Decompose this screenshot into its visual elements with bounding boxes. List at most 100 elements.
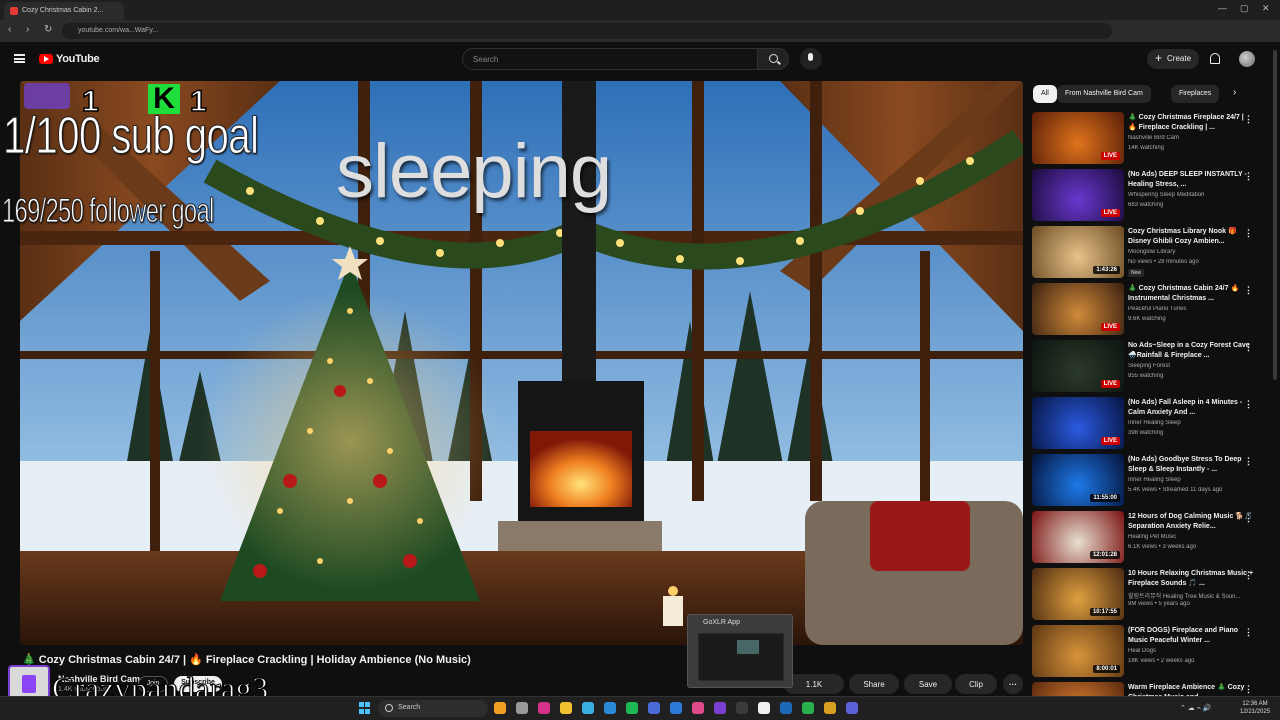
recommendation-item[interactable]: 1:43:26 Cozy Christmas Library Nook 🎁Disn… xyxy=(1032,226,1268,281)
hamburger-menu-icon[interactable] xyxy=(14,54,25,63)
recommendation-channel[interactable]: Inner Healing Sleep xyxy=(1128,420,1254,426)
recommendation-item[interactable]: LIVE 🎄 Cozy Christmas Fireplace 24/7 | 🔥 … xyxy=(1032,112,1268,167)
recommendation-channel[interactable]: Sleeping Forest xyxy=(1128,363,1254,369)
recommendation-channel[interactable]: Moonglow Library xyxy=(1128,249,1254,255)
taskbar-app-icon[interactable] xyxy=(714,702,726,714)
taskbar-app-icon[interactable] xyxy=(560,702,572,714)
more-options-icon[interactable]: ⋮ xyxy=(1244,171,1253,182)
taskbar-app-icon[interactable] xyxy=(604,702,616,714)
notifications-bell-icon[interactable] xyxy=(1210,53,1220,64)
youtube-logo-text[interactable]: YouTube xyxy=(56,53,100,65)
more-options-icon[interactable]: ⋮ xyxy=(1244,114,1253,125)
more-options-icon[interactable]: ⋮ xyxy=(1244,342,1253,353)
taskbar-app-icon[interactable] xyxy=(736,702,748,714)
more-options-icon[interactable]: ⋮ xyxy=(1244,684,1253,695)
clip-button[interactable]: Clip xyxy=(955,674,997,694)
more-actions-button[interactable]: ··· xyxy=(1003,674,1023,694)
chip-from-channel[interactable]: From Nashville Bird Cam xyxy=(1057,85,1151,103)
system-tray-icon[interactable]: ⌃ ☁ ⌁ 🔊 xyxy=(1180,704,1212,712)
maximize-icon[interactable]: ▢ xyxy=(1240,3,1249,14)
like-button[interactable]: 1.1K xyxy=(784,674,844,694)
youtube-logo-icon[interactable] xyxy=(39,54,53,64)
taskbar-app-icon[interactable] xyxy=(692,702,704,714)
taskbar-search[interactable]: Search xyxy=(378,700,488,717)
recommendation-meta: 9.6K watching xyxy=(1128,316,1166,322)
goxlr-app-preview[interactable]: GoXLR App xyxy=(687,614,793,688)
taskbar-app-icon[interactable] xyxy=(494,702,506,714)
clock-time: 12:36 AM xyxy=(1242,701,1268,707)
more-options-icon[interactable]: ⋮ xyxy=(1244,513,1253,524)
duration-badge: 10:17:55 xyxy=(1089,608,1120,616)
recommendation-item[interactable]: LIVE No Ads~Sleep in a Cozy Forest Cave🌧️… xyxy=(1032,340,1268,395)
like-count: 1.1K xyxy=(805,680,823,689)
video-title: 🎄 Cozy Christmas Cabin 24/7 | 🔥 Fireplac… xyxy=(22,654,471,666)
save-button[interactable]: Save xyxy=(904,674,952,694)
video-thumbnail[interactable]: LIVE xyxy=(1032,340,1124,392)
video-thumbnail[interactable]: LIVE xyxy=(1032,169,1124,221)
taskbar-app-icon[interactable] xyxy=(780,702,792,714)
more-options-icon[interactable]: ⋮ xyxy=(1244,570,1253,581)
taskbar-app-icon[interactable] xyxy=(824,702,836,714)
taskbar-app-icon[interactable] xyxy=(582,702,594,714)
close-window-icon[interactable]: ✕ xyxy=(1262,3,1270,14)
search-button[interactable] xyxy=(757,48,789,70)
recommendation-item[interactable]: 12:01:28 12 Hours of Dog Calming Music 🐕🎵… xyxy=(1032,511,1268,566)
account-avatar[interactable] xyxy=(1239,51,1255,67)
video-thumbnail[interactable]: 10:17:55 xyxy=(1032,568,1124,620)
video-thumbnail[interactable]: LIVE xyxy=(1032,283,1124,335)
windows-start-icon[interactable] xyxy=(359,702,371,714)
video-thumbnail[interactable]: 8:00:01 xyxy=(1032,625,1124,677)
taskbar-clock[interactable]: 12:36 AM 12/21/2025 xyxy=(1240,700,1270,716)
more-options-icon[interactable]: ⋮ xyxy=(1244,285,1253,296)
clock-date: 12/21/2025 xyxy=(1240,709,1271,715)
chip-fireplaces[interactable]: Fireplaces xyxy=(1171,85,1220,103)
more-options-icon[interactable]: ⋮ xyxy=(1244,456,1253,467)
recommendation-item[interactable]: 10:17:55 10 Hours Relaxing Christmas Musi… xyxy=(1032,568,1268,623)
recommendation-channel[interactable]: Peaceful Piano Tunes xyxy=(1128,306,1254,312)
recommendation-channel[interactable]: Heal Dogs xyxy=(1128,648,1254,654)
taskbar-app-icon[interactable] xyxy=(802,702,814,714)
recommendation-meta: 855 watching xyxy=(1128,373,1164,379)
url-text: youtube.com/wa...WaFy... xyxy=(78,27,159,34)
scrollbar[interactable] xyxy=(1273,50,1277,380)
taskbar-app-icon[interactable] xyxy=(670,702,682,714)
url-field[interactable]: youtube.com/wa...WaFy... xyxy=(62,23,1112,39)
video-thumbnail[interactable]: 12:01:28 xyxy=(1032,511,1124,563)
recommendation-item[interactable]: LIVE (No Ads) DEEP SLEEP INSTANTLY - Heal… xyxy=(1032,169,1268,224)
chevron-right-icon[interactable]: › xyxy=(1233,87,1236,98)
taskbar-app-icon[interactable] xyxy=(648,702,660,714)
video-thumbnail[interactable]: 11:55:00 xyxy=(1032,454,1124,506)
voice-search-button[interactable] xyxy=(800,48,822,70)
video-thumbnail[interactable]: LIVE xyxy=(1032,397,1124,449)
recommendation-item[interactable]: LIVE 🎄 Cozy Christmas Cabin 24/7 🔥 Instru… xyxy=(1032,283,1268,338)
recommendation-channel[interactable]: Healing Pet Music xyxy=(1128,534,1254,540)
browser-tab[interactable]: Cozy Christmas Cabin 2... xyxy=(4,2,124,20)
goxlr-thumbnail xyxy=(698,633,784,681)
share-button[interactable]: Share xyxy=(849,674,899,694)
recommendation-item[interactable]: LIVE (No Ads) Fall Asleep in 4 Minutes - … xyxy=(1032,397,1268,452)
create-button[interactable]: Create xyxy=(1147,49,1199,69)
recommendation-channel[interactable]: Nashville Bird Cam xyxy=(1128,135,1254,141)
video-thumbnail[interactable]: 1:43:26 xyxy=(1032,226,1124,278)
taskbar-app-icon[interactable] xyxy=(846,702,858,714)
forward-icon[interactable]: › xyxy=(26,24,29,35)
taskbar-app-icon[interactable] xyxy=(626,702,638,714)
back-icon[interactable]: ‹ xyxy=(8,24,11,35)
more-options-icon[interactable]: ⋮ xyxy=(1244,627,1253,638)
more-options-icon[interactable]: ⋮ xyxy=(1244,228,1253,239)
recommendation-item[interactable]: 8:00:01 (FOR DOGS) Fireplace and Piano Mu… xyxy=(1032,625,1268,680)
recommendation-channel[interactable]: 힐링트리뮤직 Healing Tree Music & Soun... xyxy=(1128,591,1254,600)
search-input[interactable]: Search xyxy=(462,48,758,70)
taskbar-app-icon[interactable] xyxy=(516,702,528,714)
minimize-icon[interactable]: — xyxy=(1218,3,1227,13)
youtube-favicon-icon xyxy=(10,7,18,15)
reload-icon[interactable]: ↻ xyxy=(44,24,52,35)
taskbar-app-icon[interactable] xyxy=(538,702,550,714)
chip-all[interactable]: All xyxy=(1033,85,1057,103)
recommendation-channel[interactable]: Whispering Sleep Meditation xyxy=(1128,192,1254,198)
recommendation-item[interactable]: 11:55:00 (No Ads) Goodbye Stress To Deep … xyxy=(1032,454,1268,509)
taskbar-app-icon[interactable] xyxy=(758,702,770,714)
recommendation-channel[interactable]: Inner Healing Sleep xyxy=(1128,477,1254,483)
more-options-icon[interactable]: ⋮ xyxy=(1244,399,1253,410)
video-thumbnail[interactable]: LIVE xyxy=(1032,112,1124,164)
